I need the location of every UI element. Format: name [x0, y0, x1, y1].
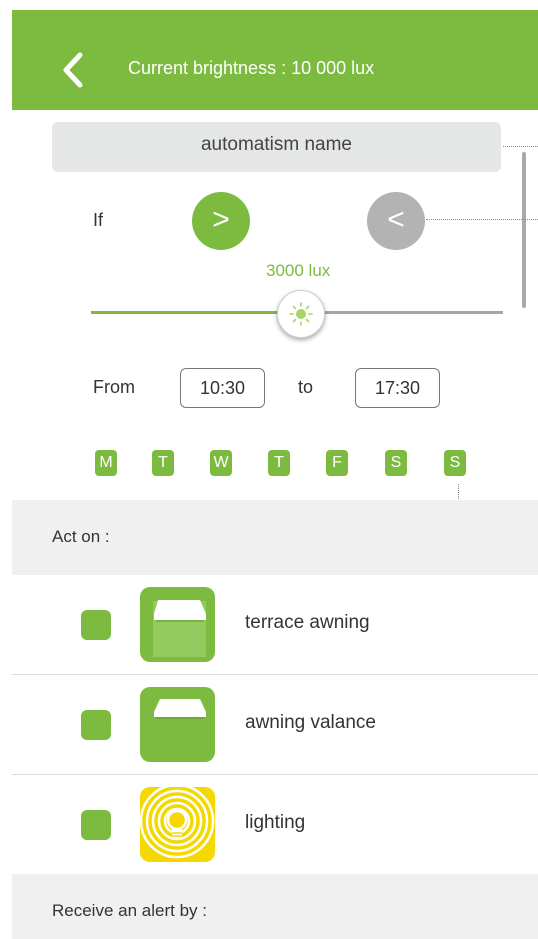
day-thursday[interactable]: T: [268, 450, 290, 476]
awning-valance-icon: [140, 687, 215, 762]
scrollbar[interactable]: [522, 152, 526, 308]
brightness-slider-thumb[interactable]: [277, 290, 325, 338]
act-on-title: Act on :: [52, 527, 110, 546]
awning-valance-label: awning valance: [245, 712, 376, 733]
day-wednesday[interactable]: W: [210, 450, 232, 476]
day-tuesday[interactable]: T: [152, 450, 174, 476]
less-than-button[interactable]: <: [367, 192, 425, 250]
header-bar: Current brightness : 10 000 lux: [12, 10, 538, 110]
automation-name-field[interactable]: automatism name: [52, 122, 501, 172]
from-time-input[interactable]: 10:30: [180, 368, 265, 408]
day-monday[interactable]: M: [95, 450, 117, 476]
greater-than-button[interactable]: >: [192, 192, 250, 250]
slider-track-filled[interactable]: [91, 311, 298, 314]
to-time-input[interactable]: 17:30: [355, 368, 440, 408]
awning-valance-checkbox[interactable]: [81, 710, 111, 740]
act-on-header: Act on :: [12, 500, 538, 575]
slider-track[interactable]: [298, 311, 503, 314]
lighting-icon: [140, 787, 215, 862]
terrace-awning-checkbox[interactable]: [81, 610, 111, 640]
annotation-line: [426, 219, 538, 220]
lighting-checkbox[interactable]: [81, 810, 111, 840]
page-title: Current brightness : 10 000 lux: [128, 58, 375, 78]
lighting-label: lighting: [245, 812, 306, 833]
if-label: If: [93, 210, 104, 230]
day-sunday[interactable]: S: [444, 450, 466, 476]
back-arrow-icon[interactable]: [60, 50, 86, 90]
terrace-awning-label: terrace awning: [245, 612, 370, 633]
alert-header: Receive an alert by :: [12, 874, 538, 939]
day-saturday[interactable]: S: [385, 450, 407, 476]
from-label: From: [93, 377, 135, 397]
threshold-value: 3000 lux: [266, 261, 331, 280]
day-friday[interactable]: F: [326, 450, 348, 476]
to-label: to: [298, 377, 314, 397]
terrace-awning-icon: [140, 587, 215, 662]
alert-title: Receive an alert by :: [52, 901, 207, 920]
annotation-line: [503, 146, 538, 147]
sun-icon: [289, 302, 313, 326]
